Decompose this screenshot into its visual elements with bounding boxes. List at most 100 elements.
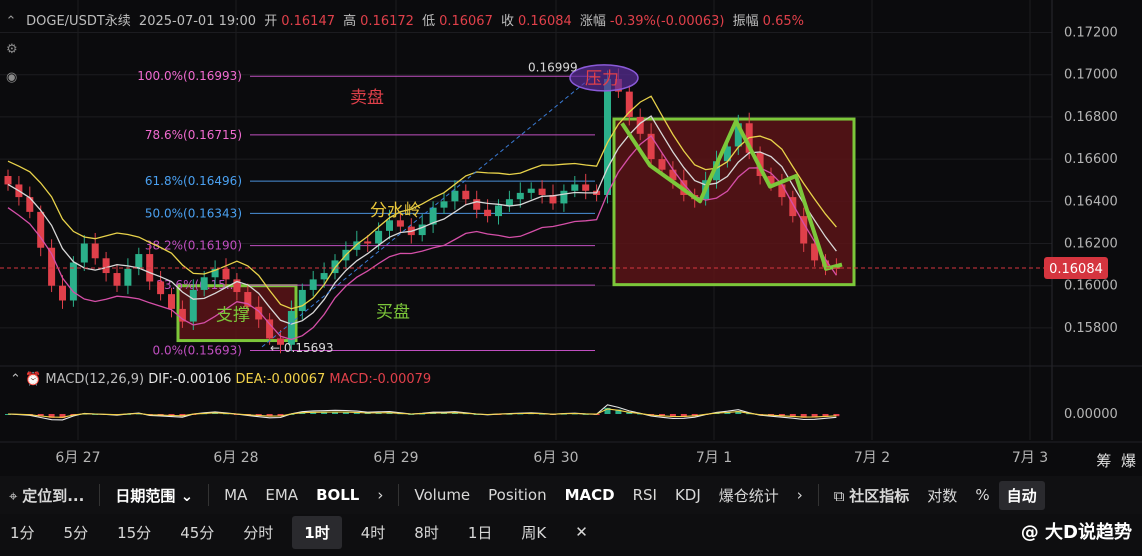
interval-1d[interactable]: 1日 (458, 522, 503, 543)
locate-icon: ⌖ (9, 486, 18, 505)
interval-timeline[interactable]: 分时 (233, 522, 283, 543)
candle-body (200, 277, 208, 290)
ohlc-header: ⌃ DOGE/USDT永续 2025-07-01 19:00 开 0.16147 … (4, 14, 804, 29)
rsi-button[interactable]: RSI (624, 486, 666, 504)
candle-body (309, 279, 317, 290)
x-tick-label: 7月 3 (1012, 450, 1048, 466)
amp-value: 0.65% (762, 14, 804, 29)
candle-body (484, 209, 492, 217)
right-corner-tools: 筹 爆 (1096, 450, 1136, 471)
auto-button[interactable]: 自动 (998, 480, 1045, 510)
price-tick-label: 0.16200 (1064, 237, 1118, 252)
price-chart[interactable]: 0.17200 0.17000 0.16800 0.16600 0.16400 0.162… (0, 0, 1142, 476)
macd-button[interactable]: MACD (556, 486, 624, 504)
candle-body (396, 220, 404, 227)
collapse-icon[interactable]: ⌃ (10, 372, 21, 387)
alarm-icon[interactable]: ⏰ (25, 372, 41, 387)
support-annotation: 支撑 (216, 306, 250, 326)
external-icon: ⧉ (833, 486, 845, 505)
price-tick-label: 0.17000 (1064, 68, 1118, 83)
chip-button[interactable]: 筹 (1096, 452, 1111, 470)
eye-icon[interactable]: ◉ (6, 64, 18, 92)
candle-body (80, 243, 88, 263)
candle-body (91, 243, 99, 259)
ema-button[interactable]: EMA (256, 486, 307, 504)
macd-tick-label: 0.00000 (1064, 407, 1118, 422)
x-tick-label: 7月 2 (854, 450, 890, 466)
low-marker-label: ← 0.15693 (270, 341, 334, 355)
watershed-annotation: 分水岭 (370, 201, 421, 221)
interval-15m[interactable]: 15分 (107, 522, 161, 543)
settings-icon[interactable]: ⚙ (6, 36, 18, 64)
interval-1h[interactable]: 1时 (292, 515, 342, 549)
candle-body (571, 184, 579, 191)
burst-button[interactable]: 爆 (1121, 452, 1136, 470)
x-tick-label: 6月 29 (373, 450, 418, 466)
symbol-label[interactable]: DOGE/USDT永续 (26, 14, 131, 29)
community-indicator-button[interactable]: ⧉ 社区指标 (825, 485, 919, 506)
fib-label: 100.0%(0.16993) (137, 69, 242, 83)
interval-8h[interactable]: 8时 (404, 522, 449, 543)
interval-5m[interactable]: 5分 (54, 522, 99, 543)
candle-body (505, 199, 513, 206)
interval-1m[interactable]: 1分 (0, 522, 45, 543)
fib-label: 38.2%(0.16190) (145, 239, 242, 253)
candle-body (778, 184, 786, 198)
x-tick-label: 6月 30 (533, 450, 578, 466)
kdj-button[interactable]: KDJ (666, 486, 710, 504)
price-tick-label: 0.16600 (1064, 152, 1118, 167)
candle-body (102, 258, 110, 274)
candle-body (473, 199, 481, 210)
candle-body (495, 205, 502, 217)
macd-value: MACD:-0.00079 (329, 372, 432, 387)
candle-body (440, 201, 448, 208)
fib-label: 0.0%(0.15693) (153, 343, 242, 357)
x-tick-label: 6月 28 (213, 450, 258, 466)
low-value: 0.16067 (439, 14, 493, 29)
interval-45m[interactable]: 45分 (170, 522, 224, 543)
high-value: 0.16172 (360, 14, 414, 29)
buy-annotation: 买盘 (376, 302, 410, 322)
boll-button[interactable]: BOLL (307, 486, 368, 504)
candle-body (298, 289, 306, 312)
datetime-label: 2025-07-01 19:00 (138, 14, 257, 29)
date-range-button[interactable]: 日期范围 ⌄ (106, 485, 202, 506)
chevron-down-icon: ⌄ (180, 486, 194, 505)
fib-label: 78.6%(0.16715) (145, 128, 242, 142)
side-tools: ⚙ ◉ (6, 36, 18, 92)
change-value: -0.39%(-0.00063) (609, 14, 725, 29)
candle-body (135, 254, 143, 269)
candle-body (266, 319, 274, 339)
locate-button[interactable]: ⌖ 定位到... (0, 485, 93, 506)
price-tick-label: 0.15800 (1064, 321, 1118, 336)
candle-body (462, 190, 470, 200)
candle-body (222, 268, 230, 280)
liquidation-button[interactable]: 爆仓统计 (710, 485, 788, 506)
candle-body (516, 192, 524, 200)
candle-body (582, 184, 590, 191)
price-tick-label: 0.16800 (1064, 110, 1118, 125)
watermark: @ 大D说趋势 (1020, 522, 1132, 543)
price-tick-label: 0.16000 (1064, 279, 1118, 294)
macd-header: ⌃ ⏰ MACD(12,26,9) DIF:-0.00106 DEA:-0.00… (10, 372, 431, 387)
collapse-icon[interactable]: ⌃ (4, 14, 18, 29)
macd-name: MACD(12,26,9) (45, 372, 145, 387)
chevron-right-icon[interactable]: › (788, 486, 812, 504)
pressure-annotation: 压力 (585, 69, 619, 89)
chevron-right-icon[interactable]: › (368, 486, 392, 504)
ma-button[interactable]: MA (215, 486, 256, 504)
candle-body (4, 176, 12, 185)
position-button[interactable]: Position (479, 486, 555, 504)
fib-label: 50.0%(0.16343) (145, 206, 242, 220)
candle-body (451, 190, 459, 202)
interval-week[interactable]: 周K (511, 522, 556, 543)
close-icon[interactable]: ✕ (565, 523, 598, 541)
interval-4h[interactable]: 4时 (351, 522, 396, 543)
candle-body (168, 294, 175, 309)
percent-button[interactable]: % (966, 486, 998, 504)
candle-body (124, 268, 132, 286)
candle-body (527, 188, 535, 193)
candle-body (604, 78, 611, 195)
log-button[interactable]: 对数 (918, 485, 966, 506)
volume-button[interactable]: Volume (405, 486, 479, 504)
